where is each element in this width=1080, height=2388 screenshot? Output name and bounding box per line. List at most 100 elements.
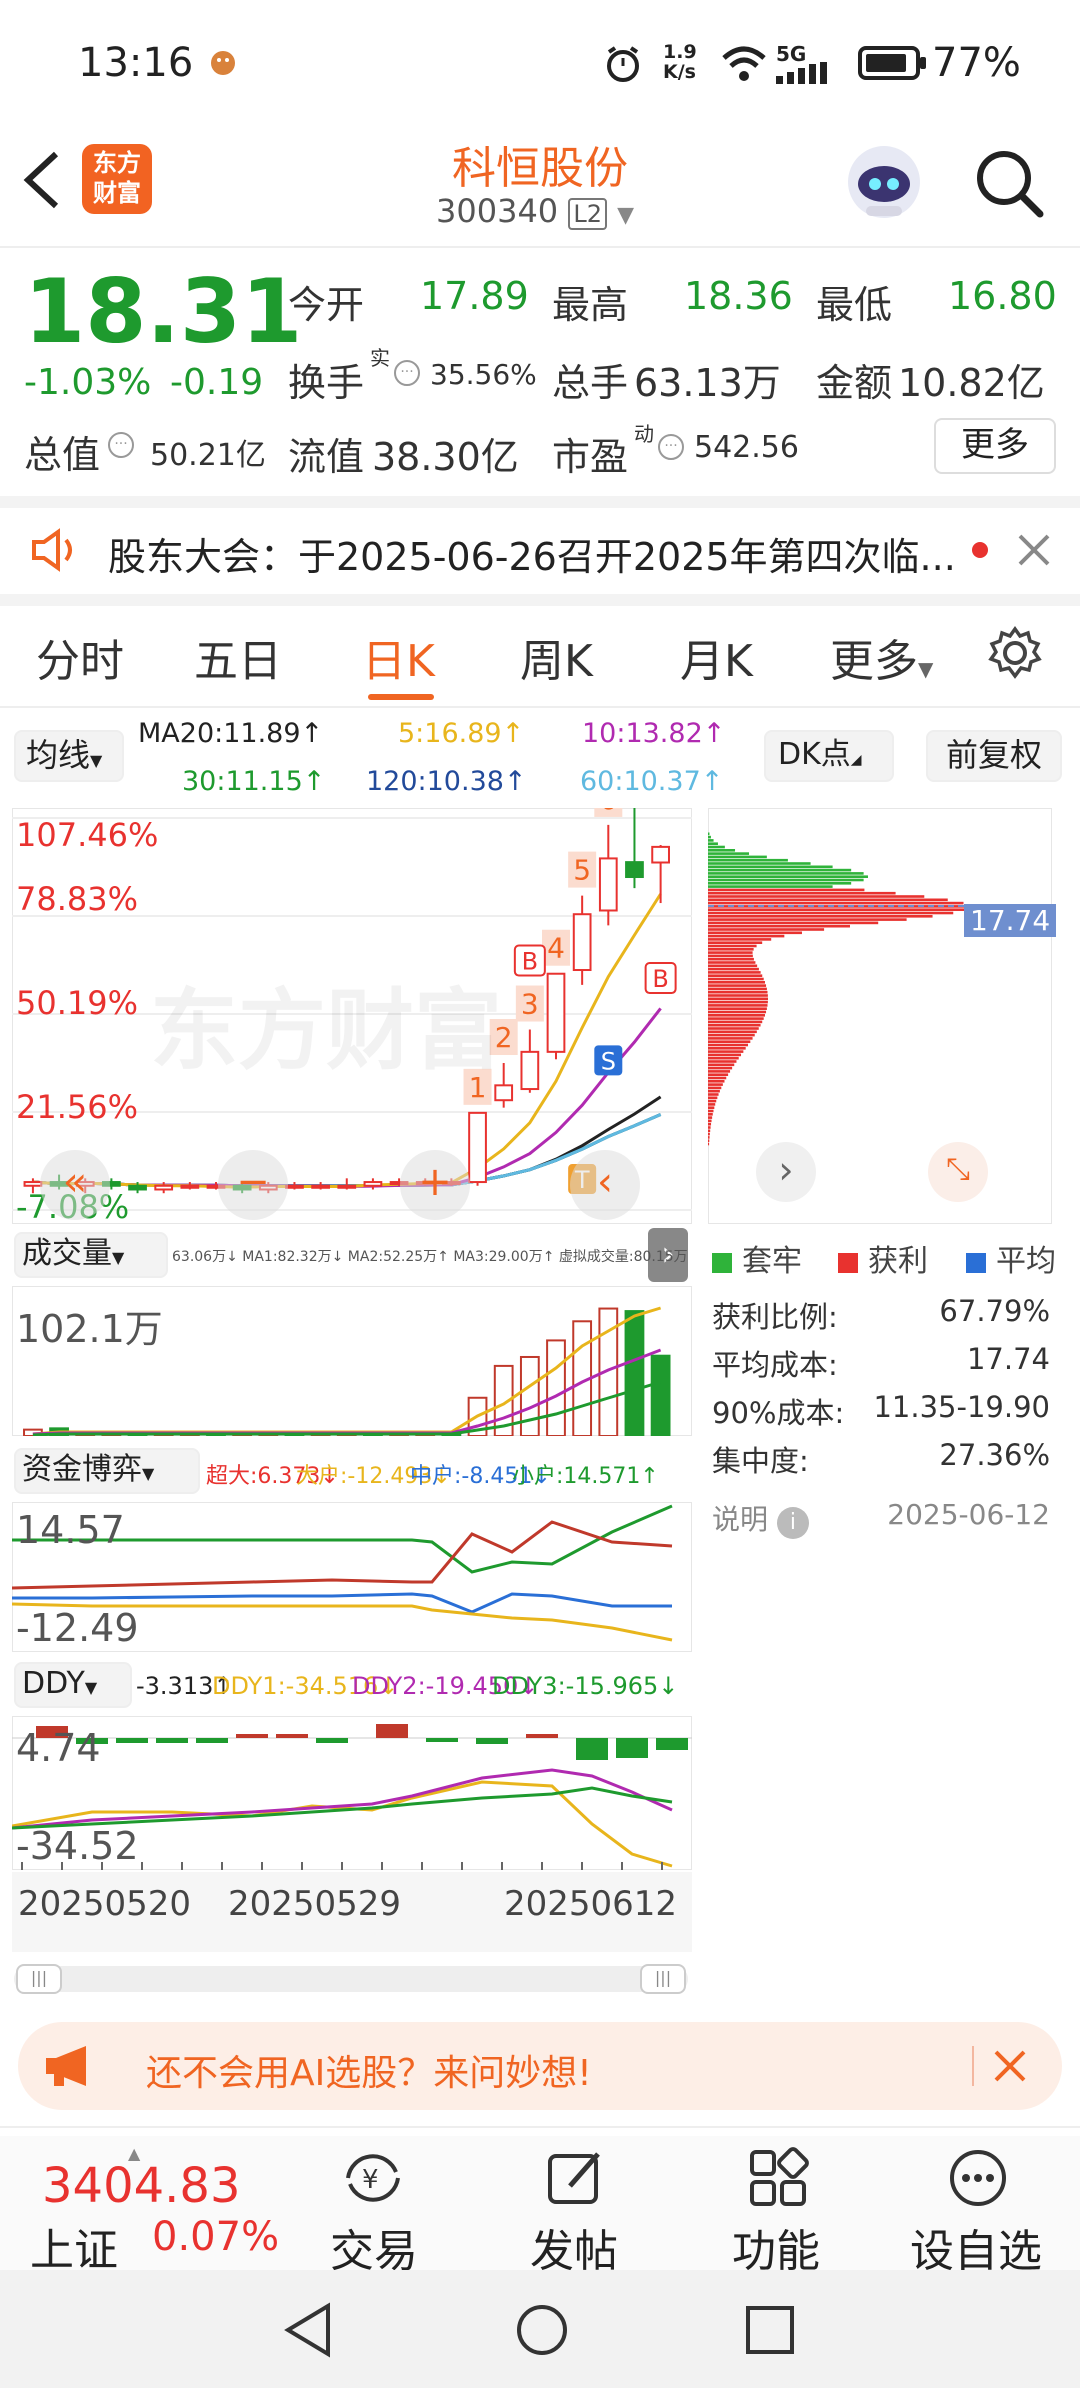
info-dots-icon: ··· <box>108 432 134 458</box>
volume-bar <box>650 1354 671 1436</box>
x-axis-label: 20250529 <box>228 1884 402 1924</box>
fund-small-value: 小户:14.571↑ <box>512 1464 659 1489</box>
add-watchlist-icon[interactable] <box>946 2146 1010 2214</box>
tab-monthly-k[interactable]: 月K <box>680 625 753 689</box>
tab-daily-k[interactable]: 日K <box>362 625 435 689</box>
chip-bar <box>708 951 753 954</box>
triangle-down-icon: ▼ <box>84 1678 98 1697</box>
fund-indicator-selector[interactable]: 资金博弈▼ <box>14 1448 200 1494</box>
functions-icon[interactable] <box>746 2146 810 2214</box>
triangle-down-icon: ▼ <box>90 751 103 770</box>
system-home-icon[interactable] <box>514 2302 570 2362</box>
network-speed: 1.9 K/s <box>663 41 697 83</box>
chip-bar <box>708 1103 716 1106</box>
range-handle-right[interactable]: ||| <box>640 1964 686 1994</box>
ddy-bar <box>616 1738 648 1758</box>
ma5-label: 5:16.89↑ <box>398 718 525 749</box>
stock-code[interactable]: 300340 L2 ▼ <box>436 192 634 230</box>
chip-bar <box>708 997 768 1001</box>
volume-indicator-selector[interactable]: 成交量▼ <box>14 1232 168 1278</box>
index-value[interactable]: 3404.83 <box>42 2158 241 2214</box>
zoom-out-icon[interactable]: − <box>218 1150 288 1220</box>
pan-left-icon[interactable]: « <box>40 1150 110 1220</box>
battery-level: 77% <box>932 40 1021 86</box>
close-icon[interactable] <box>1016 532 1052 572</box>
y-axis-label: 50.19% <box>16 984 139 1022</box>
change-percent: -1.03% <box>24 362 152 403</box>
post-icon[interactable] <box>544 2146 608 2214</box>
trade-icon[interactable]: ¥ <box>338 2148 408 2212</box>
float-value: 38.30亿 <box>372 435 519 479</box>
range-scrollbar[interactable] <box>14 1966 688 1992</box>
volume-label: 总手 <box>552 361 629 405</box>
chip-bar <box>708 868 852 872</box>
candle-body <box>337 1184 357 1189</box>
expand-icon[interactable]: ⤡ <box>928 1142 988 1202</box>
system-recents-icon[interactable] <box>744 2304 796 2360</box>
chip-bar <box>708 971 761 974</box>
candle-body <box>651 845 670 864</box>
fund-min-label: -12.49 <box>16 1606 139 1650</box>
search-icon[interactable] <box>972 146 1046 224</box>
mktcap-value: 50.21亿 <box>150 438 266 473</box>
settings-gear-icon[interactable] <box>986 624 1044 686</box>
ddy-indicator-selector[interactable]: DDY▼ <box>14 1662 132 1708</box>
more-quote-button[interactable]: 更多 <box>934 418 1056 474</box>
tab-intraday[interactable]: 分时 <box>36 625 124 689</box>
ma-selector[interactable]: 均线▼ <box>14 730 124 782</box>
dk-point-selector[interactable]: DK点◢ <box>764 730 894 782</box>
chip-price-tag: 17.74 <box>964 904 1057 937</box>
status-time: 13:16 <box>78 40 194 86</box>
info-dots-icon: ··· <box>394 360 420 386</box>
chip-bar <box>708 957 754 961</box>
chip-bar <box>708 967 759 971</box>
chip-bar <box>708 1017 764 1020</box>
chip-stat-label: 集中度: <box>712 1444 809 1478</box>
chip-bar <box>708 938 772 941</box>
ddy-bar <box>236 1734 268 1738</box>
ddy-bar <box>196 1738 228 1743</box>
ddy-bar <box>376 1724 408 1738</box>
ddy-bar <box>316 1738 348 1743</box>
chip-bar <box>708 941 763 944</box>
chip-bar <box>708 1106 715 1109</box>
chip-bar <box>708 1030 757 1034</box>
tab-weekly-k[interactable]: 周K <box>520 625 593 689</box>
low-label: 最低 <box>816 283 893 327</box>
notice-text[interactable]: 股东大会：于2025-06-26召开2025年第四次临... <box>108 526 956 581</box>
chip-next-icon[interactable]: › <box>756 1142 816 1202</box>
zoom-in-icon[interactable]: + <box>400 1150 470 1220</box>
adjust-selector[interactable]: 前复权 <box>926 730 1062 782</box>
index-change: 0.07% <box>152 2214 280 2260</box>
ddy-bar <box>156 1738 188 1743</box>
system-back-icon[interactable] <box>282 2302 334 2362</box>
marker-label: 3 <box>521 988 539 1021</box>
chip-bar <box>708 1020 763 1024</box>
chip-bar <box>708 1007 767 1010</box>
chip-bar <box>708 1122 712 1126</box>
candle-body <box>311 1184 330 1189</box>
chip-bar <box>708 862 811 865</box>
chip-bar <box>708 1066 733 1070</box>
volume-indicator-values: 63.06万↓ MA1:82.32万↓ MA2:52.25万↑ MA3:29.0… <box>172 1249 688 1265</box>
chip-bar <box>708 1023 761 1027</box>
candle-body <box>154 1184 174 1191</box>
chip-bar <box>708 1083 723 1086</box>
range-handle-left[interactable]: ||| <box>16 1964 62 1994</box>
chip-bar <box>708 1004 768 1007</box>
chip-bar <box>708 1070 731 1073</box>
close-icon[interactable] <box>992 2048 1028 2088</box>
chip-note[interactable]: 说明 i <box>712 1498 809 1539</box>
tab-five-day[interactable]: 五日 <box>194 625 282 689</box>
chip-bar <box>708 849 736 852</box>
robot-avatar-icon[interactable] <box>842 140 926 228</box>
triangle-up-icon: ▲ <box>128 2144 141 2163</box>
pe-sup: 动 <box>634 422 654 446</box>
pan-back-icon[interactable]: ‹ <box>570 1150 640 1220</box>
open-label: 今开 <box>288 283 365 327</box>
chip-bar <box>708 915 933 918</box>
ma20-label: MA20:11.89↑ <box>138 718 324 749</box>
candle-body <box>625 861 644 879</box>
chip-date: 2025-06-12 <box>887 1498 1050 1531</box>
tab-more[interactable]: 更多▼ <box>830 625 933 689</box>
